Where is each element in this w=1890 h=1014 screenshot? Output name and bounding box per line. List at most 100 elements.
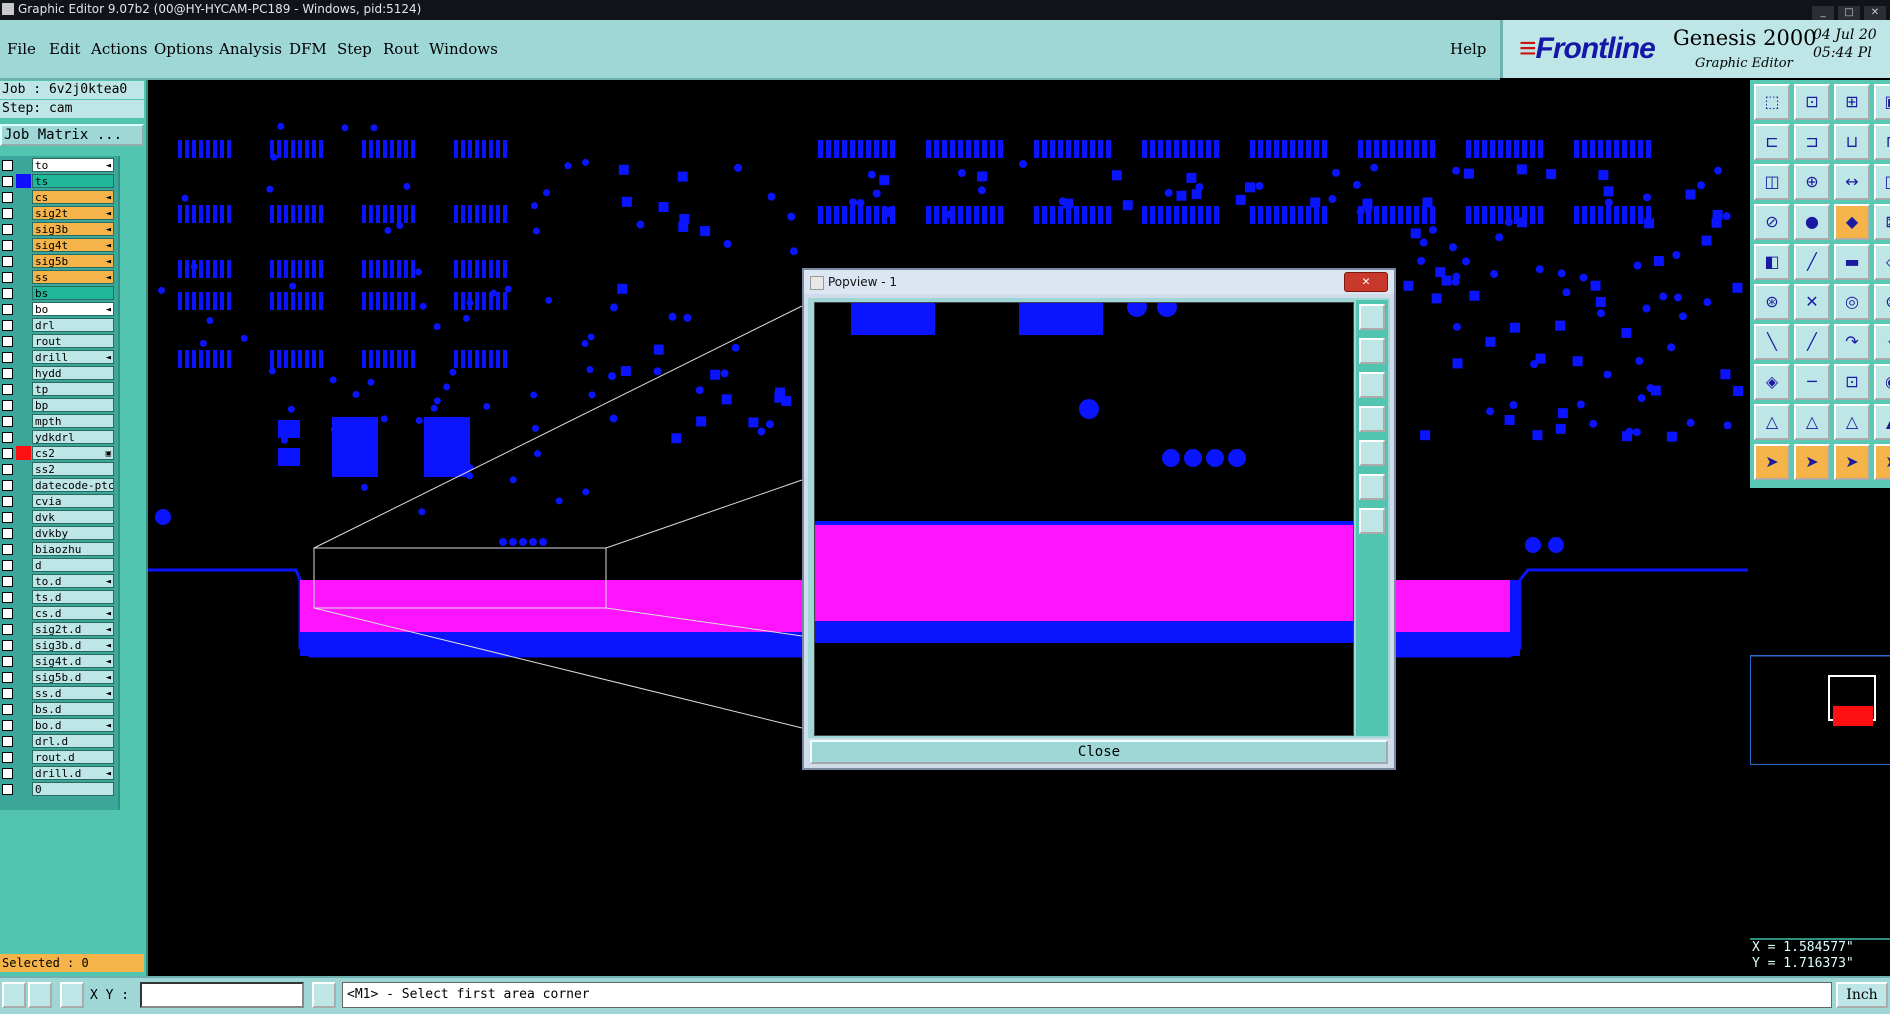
layer-name[interactable]: bo ◄ [32, 302, 114, 316]
layer-row[interactable]: ss.d ◄ [0, 686, 116, 700]
popview-canvas[interactable] [814, 302, 1354, 736]
tool-button[interactable]: ⬚ [1754, 84, 1790, 120]
layer-color-swatch[interactable] [16, 462, 31, 476]
minimize-icon[interactable]: _ [1812, 6, 1834, 20]
layer-checkbox[interactable] [2, 736, 13, 747]
layer-row[interactable]: to ◄ [0, 158, 116, 172]
layer-row[interactable]: biaozhu [0, 542, 116, 556]
menu-help[interactable]: Help [1450, 40, 1486, 58]
layer-color-swatch[interactable] [16, 654, 31, 668]
tool-button[interactable]: ✕ [1794, 284, 1830, 320]
layer-name[interactable]: dvk [32, 510, 114, 524]
tool-button[interactable]: ⊕ [1794, 164, 1830, 200]
layer-row[interactable]: cs2 ▣ [0, 446, 116, 460]
layer-row[interactable]: sig4t ◄ [0, 238, 116, 252]
layer-row[interactable]: cs.d ◄ [0, 606, 116, 620]
layer-name[interactable]: datecode-ptc [32, 478, 114, 492]
xy-input[interactable] [140, 982, 304, 1008]
layer-name[interactable]: sig3b ◄ [32, 222, 114, 236]
tool-button[interactable]: ◇ [1874, 244, 1890, 280]
layer-name[interactable]: ss2 [32, 462, 114, 476]
layer-color-swatch[interactable] [16, 702, 31, 716]
overview-map[interactable] [1750, 655, 1890, 765]
layer-name[interactable]: ss.d ◄ [32, 686, 114, 700]
layer-color-swatch[interactable] [16, 670, 31, 684]
layer-row[interactable]: ss ◄ [0, 270, 116, 284]
layer-name[interactable]: sig4t.d ◄ [32, 654, 114, 668]
layer-checkbox[interactable] [2, 768, 13, 779]
popview-tool-button[interactable] [1359, 406, 1385, 432]
layer-name[interactable]: ss ◄ [32, 270, 114, 284]
menu-windows[interactable]: Windows [429, 40, 498, 58]
layer-checkbox[interactable] [2, 544, 13, 555]
layer-color-swatch[interactable] [16, 158, 31, 172]
layer-checkbox[interactable] [2, 384, 13, 395]
layer-color-swatch[interactable] [16, 174, 31, 188]
layer-name[interactable]: drill.d ◄ [32, 766, 114, 780]
layer-name[interactable]: bs.d [32, 702, 114, 716]
layer-row[interactable]: to.d ◄ [0, 574, 116, 588]
layer-checkbox[interactable] [2, 160, 13, 171]
tool-button[interactable]: ↔ [1834, 164, 1870, 200]
layer-checkbox[interactable] [2, 688, 13, 699]
layer-row[interactable]: ss2 [0, 462, 116, 476]
tool-button[interactable]: ◫ [1754, 164, 1790, 200]
layer-color-swatch[interactable] [16, 366, 31, 380]
layer-checkbox[interactable] [2, 496, 13, 507]
popview-close-icon[interactable]: ✕ [1344, 272, 1388, 292]
layer-row[interactable]: 0 [0, 782, 116, 796]
layer-name[interactable]: ts.d [32, 590, 114, 604]
layer-color-swatch[interactable] [16, 254, 31, 268]
tool-button[interactable]: ◈ [1754, 364, 1790, 400]
tool-button[interactable]: ◨ [1874, 164, 1890, 200]
layer-row[interactable]: ydkdrl [0, 430, 116, 444]
layer-row[interactable]: dvk [0, 510, 116, 524]
layer-name[interactable]: to.d ◄ [32, 574, 114, 588]
layer-color-swatch[interactable] [16, 574, 31, 588]
layer-color-swatch[interactable] [16, 382, 31, 396]
layer-row[interactable]: bp [0, 398, 116, 412]
close-icon[interactable]: ✕ [1864, 6, 1886, 20]
job-matrix-button[interactable]: Job Matrix ... [0, 124, 144, 146]
tool-button[interactable]: ⌖ [1874, 324, 1890, 360]
units-button[interactable]: Inch [1836, 982, 1888, 1008]
layer-color-swatch[interactable] [16, 526, 31, 540]
layer-row[interactable]: hydd [0, 366, 116, 380]
layer-name[interactable]: to ◄ [32, 158, 114, 172]
layer-name[interactable]: sig2t.d ◄ [32, 622, 114, 636]
popview-tool-button[interactable] [1359, 372, 1385, 398]
tool-button[interactable]: ➤ [1754, 444, 1790, 480]
measure-icon[interactable] [28, 982, 52, 1008]
popview-tool-button[interactable] [1359, 338, 1385, 364]
layer-row[interactable]: bo ◄ [0, 302, 116, 316]
layer-name[interactable]: drill ◄ [32, 350, 114, 364]
tool-button[interactable]: ◉ [1874, 364, 1890, 400]
layer-color-swatch[interactable] [16, 558, 31, 572]
layer-row[interactable]: rout.d [0, 750, 116, 764]
tool-button[interactable]: ⊡ [1834, 364, 1870, 400]
tool-button[interactable]: ⊠ [1874, 204, 1890, 240]
layer-checkbox[interactable] [2, 512, 13, 523]
layer-checkbox[interactable] [2, 240, 13, 251]
layer-name[interactable]: sig3b.d ◄ [32, 638, 114, 652]
layer-name[interactable]: drl [32, 318, 114, 332]
layer-checkbox[interactable] [2, 608, 13, 619]
layer-name[interactable]: cs ◄ [32, 190, 114, 204]
layer-row[interactable]: dvkby [0, 526, 116, 540]
menu-step[interactable]: Step [337, 40, 372, 58]
layer-checkbox[interactable] [2, 560, 13, 571]
layer-checkbox[interactable] [2, 720, 13, 731]
layer-checkbox[interactable] [2, 352, 13, 363]
tool-button[interactable]: ⊏ [1754, 124, 1790, 160]
layer-row[interactable]: sig2t ◄ [0, 206, 116, 220]
layer-checkbox[interactable] [2, 272, 13, 283]
layer-row[interactable]: tp [0, 382, 116, 396]
tool-button[interactable]: △ [1754, 404, 1790, 440]
layer-color-swatch[interactable] [16, 510, 31, 524]
popview-close-button[interactable]: Close [810, 740, 1388, 764]
layer-checkbox[interactable] [2, 176, 13, 187]
tool-button[interactable]: ➤ [1794, 444, 1830, 480]
layer-checkbox[interactable] [2, 336, 13, 347]
menu-analysis[interactable]: Analysis [219, 40, 282, 58]
tool-button[interactable]: ⊘ [1754, 204, 1790, 240]
